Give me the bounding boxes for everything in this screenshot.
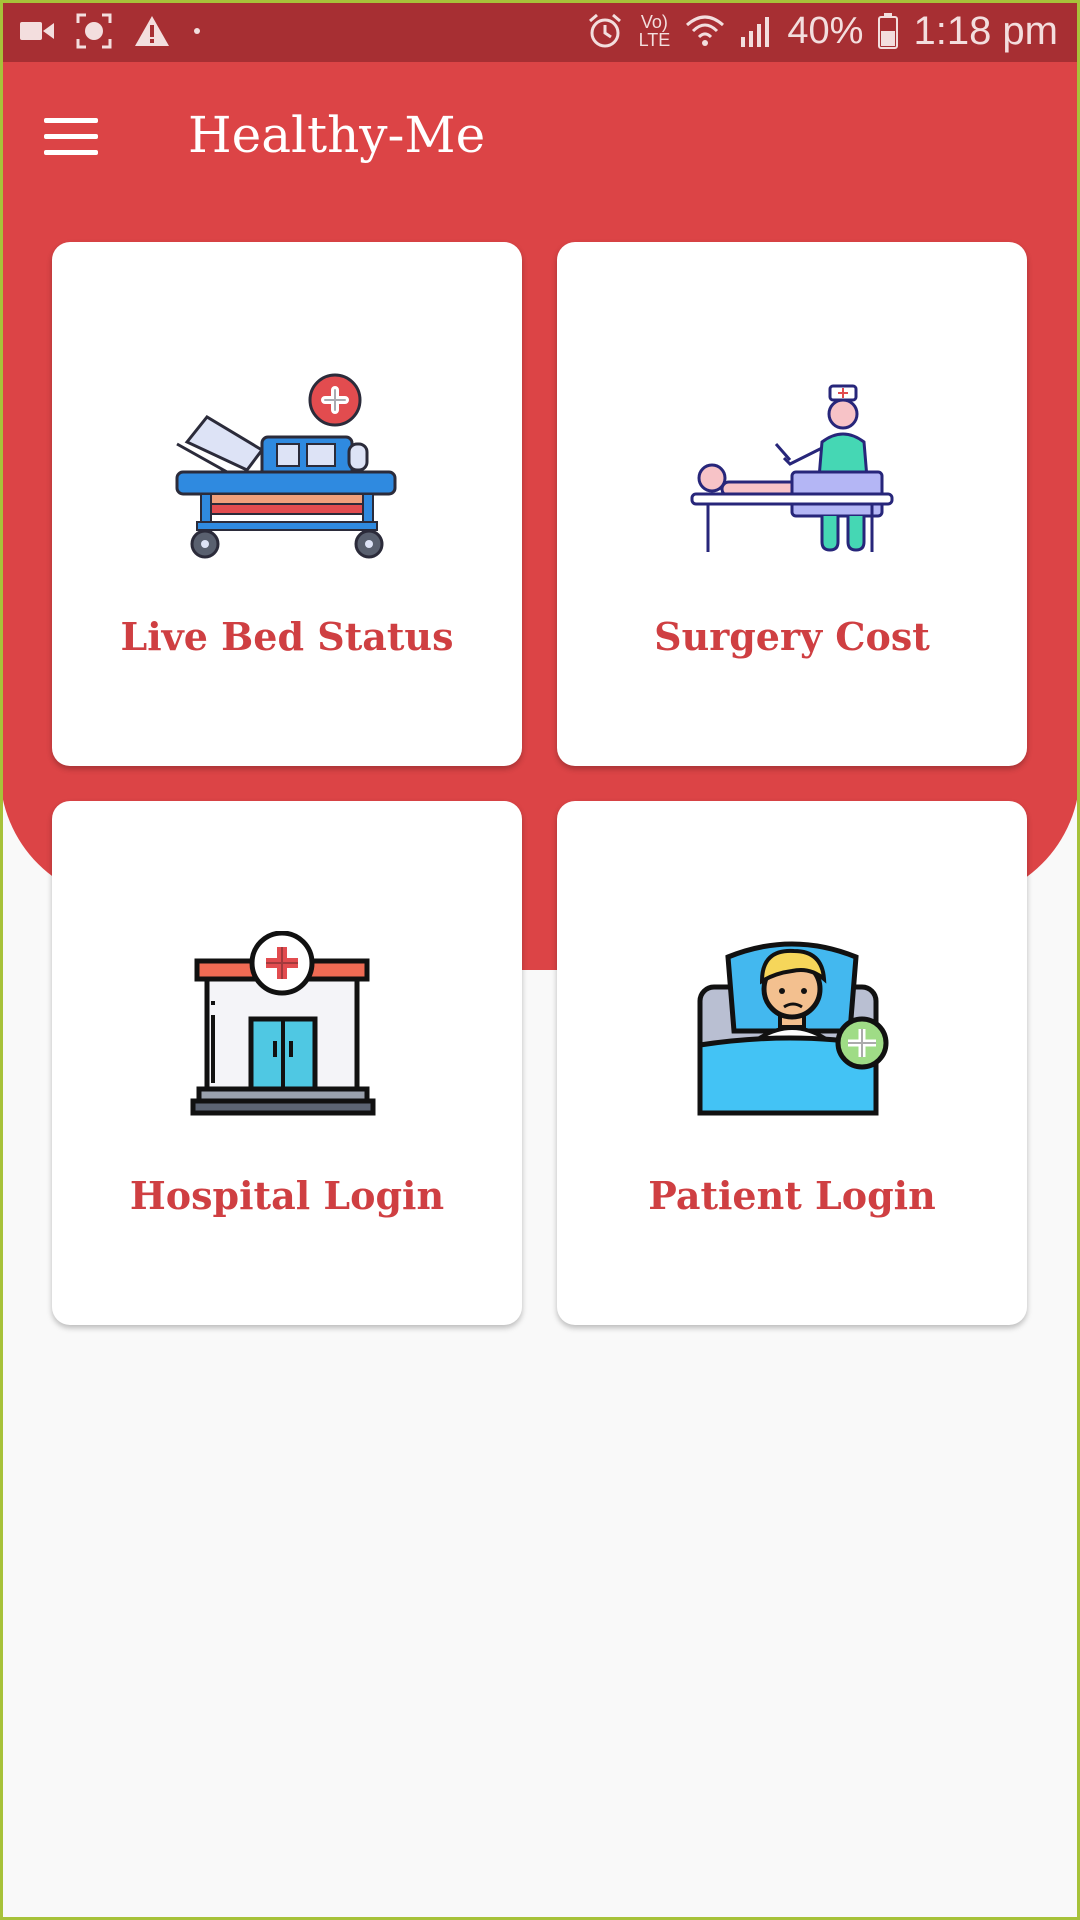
dot-icon xyxy=(194,28,200,34)
menu-icon-line xyxy=(44,118,98,123)
battery-icon xyxy=(878,13,899,49)
card-live-bed-status[interactable]: Live Bed Status xyxy=(52,242,522,766)
surgery-icon xyxy=(690,384,894,552)
hospital-building-icon xyxy=(190,931,376,1116)
app-bar: Healthy-Me xyxy=(0,62,1080,216)
card-label: Patient Login xyxy=(648,1173,936,1218)
page-title: Healthy-Me xyxy=(188,106,486,164)
status-bar-left xyxy=(20,13,202,49)
card-label: Live Bed Status xyxy=(120,614,454,659)
header-background-strip xyxy=(520,800,560,970)
status-bar: Vo) LTE 40% 1:18 pm xyxy=(0,0,1080,62)
screenshot-icon xyxy=(76,13,112,49)
alarm-icon xyxy=(589,13,622,48)
volte-indicator: Vo) LTE xyxy=(638,12,671,50)
card-patient-login[interactable]: Patient Login xyxy=(557,801,1027,1325)
video-camera-icon xyxy=(20,22,54,40)
card-hospital-login[interactable]: Hospital Login xyxy=(52,801,522,1325)
menu-icon-line xyxy=(44,150,98,155)
card-label: Hospital Login xyxy=(129,1173,445,1218)
wifi-icon xyxy=(686,15,725,46)
warning-icon xyxy=(135,16,169,46)
menu-icon[interactable] xyxy=(44,118,98,160)
card-label: Surgery Cost xyxy=(654,614,930,659)
clock: 1:18 pm xyxy=(913,8,1058,53)
patient-in-bed-icon xyxy=(697,941,889,1116)
hospital-bed-icon xyxy=(175,373,397,559)
card-surgery-cost[interactable]: Surgery Cost xyxy=(557,242,1027,766)
status-bar-right: Vo) LTE 40% 1:18 pm xyxy=(587,9,1058,54)
battery-percentage: 40% xyxy=(787,9,864,52)
menu-icon-line xyxy=(44,134,98,139)
signal-icon xyxy=(741,17,770,47)
